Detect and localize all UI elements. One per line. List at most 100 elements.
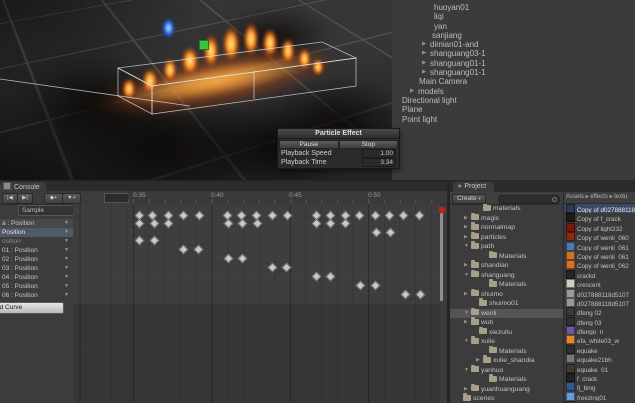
fold-arrow-icon[interactable]: ▼ bbox=[464, 366, 471, 376]
keyframe-diamond[interactable] bbox=[237, 218, 248, 229]
keyframe-diamond[interactable] bbox=[325, 271, 336, 282]
tree-item[interactable]: Materials bbox=[450, 279, 563, 290]
add-event-button[interactable]: ▼+ bbox=[62, 193, 81, 204]
tree-item[interactable]: Materials bbox=[450, 345, 563, 357]
track-dropdown-icon[interactable]: ▼ bbox=[64, 273, 69, 282]
tree-item[interactable]: ▶ particles bbox=[450, 231, 563, 243]
playback-speed-value[interactable]: 1.00 bbox=[362, 149, 396, 158]
asset-item[interactable]: equake bbox=[564, 344, 635, 354]
fold-arrow-icon[interactable]: ▼ bbox=[464, 337, 471, 347]
track-dropdown-icon[interactable]: ▼ bbox=[64, 291, 69, 300]
tree-item[interactable]: ▼ path bbox=[450, 241, 563, 252]
tree-item[interactable]: ▶ wuti bbox=[450, 317, 563, 328]
hierarchy-item[interactable]: liqi bbox=[392, 12, 635, 21]
keyframe-diamond[interactable] bbox=[282, 210, 293, 221]
tree-item[interactable]: ▼ wenli bbox=[450, 307, 563, 318]
tree-item[interactable]: ▶ xulie_shandia bbox=[450, 355, 563, 366]
fold-arrow-icon[interactable]: ▶ bbox=[410, 87, 418, 96]
play-button[interactable]: ▶| bbox=[17, 193, 33, 204]
keyframe-diamond[interactable] bbox=[400, 289, 411, 300]
asset-item[interactable]: Copy of d027888118d5 bbox=[564, 204, 635, 214]
keyframe-diamond[interactable] bbox=[385, 227, 396, 238]
keyframe-diamond[interactable] bbox=[149, 218, 160, 229]
pause-button[interactable]: Pause bbox=[279, 140, 339, 149]
track-dropdown-icon[interactable]: ▼ bbox=[64, 282, 69, 291]
tree-item[interactable]: ▶ magic bbox=[450, 212, 563, 224]
keyframe-diamond[interactable] bbox=[354, 210, 365, 221]
track-dropdown-icon[interactable]: ▼ bbox=[64, 219, 69, 228]
keyframe-diamond[interactable] bbox=[325, 218, 336, 229]
fold-arrow-icon[interactable]: ▶ bbox=[464, 318, 471, 328]
keyframe-diamond[interactable] bbox=[163, 218, 174, 229]
animation-track-row[interactable]: 03 : Position ▼ bbox=[0, 264, 73, 273]
dopesheet-scrollbar[interactable] bbox=[440, 213, 443, 301]
keyframe-diamond[interactable] bbox=[370, 210, 381, 221]
tree-item[interactable]: ▶ shuimo bbox=[450, 288, 563, 300]
hierarchy-item[interactable]: huoyan01 bbox=[392, 3, 635, 12]
fold-arrow-icon[interactable]: ▶ bbox=[476, 356, 483, 366]
keyframe-diamond[interactable] bbox=[414, 210, 425, 221]
add-keyframe-button[interactable]: ◆+ bbox=[44, 193, 63, 204]
hierarchy-item[interactable]: Point light bbox=[392, 115, 635, 124]
hierarchy-item[interactable]: ▶ shanguang01-1 bbox=[392, 59, 635, 68]
tree-item[interactable]: ▶ yuanhuanguang bbox=[450, 383, 563, 395]
keyframe-diamond[interactable] bbox=[370, 280, 381, 291]
asset-item[interactable]: Copy of wenli_061 bbox=[564, 241, 635, 251]
breadcrumb[interactable]: Assets ▸ effects ▸ textu bbox=[564, 192, 635, 204]
keyframe-diamond[interactable] bbox=[252, 218, 263, 229]
track-dropdown-icon[interactable]: ▼ bbox=[64, 237, 69, 246]
fold-arrow-icon[interactable]: ▶ bbox=[422, 68, 430, 77]
keyframe-diamond[interactable] bbox=[134, 218, 145, 229]
animation-track-row[interactable]: 02 : Position ▼ bbox=[0, 255, 73, 264]
asset-item[interactable]: dfeng 03 bbox=[564, 316, 635, 326]
asset-item[interactable]: Copy of f_crack bbox=[564, 213, 635, 223]
track-dropdown-icon[interactable]: ▼ bbox=[64, 228, 69, 237]
hierarchy-item[interactable]: yan bbox=[392, 22, 635, 31]
asset-item[interactable]: dfeng 02 bbox=[564, 307, 635, 317]
hierarchy-item[interactable]: ▶ models bbox=[392, 87, 635, 96]
fold-arrow-icon[interactable]: ▶ bbox=[464, 261, 471, 271]
keyframe-diamond[interactable] bbox=[178, 244, 189, 255]
keyframe-diamond[interactable] bbox=[223, 253, 234, 264]
hierarchy-item[interactable]: Plane bbox=[392, 105, 635, 114]
keyframe-diamond[interactable] bbox=[311, 218, 322, 229]
first-key-button[interactable]: |◀ bbox=[2, 193, 18, 204]
animation-track-row[interactable]: 06 : Position ▼ bbox=[0, 291, 73, 300]
track-dropdown-icon[interactable]: ▼ bbox=[64, 255, 69, 264]
hierarchy-item[interactable]: sanjiang bbox=[392, 31, 635, 40]
asset-item[interactable]: Copy of wenli_060 bbox=[564, 232, 635, 242]
keyframe-diamond[interactable] bbox=[134, 235, 145, 246]
stop-button[interactable]: Stop bbox=[338, 140, 398, 149]
asset-item[interactable]: freezing01 bbox=[564, 391, 635, 401]
fold-arrow-icon[interactable]: ▶ bbox=[464, 233, 471, 243]
keyframe-diamond[interactable] bbox=[281, 262, 292, 273]
asset-item[interactable]: efa_white03_w bbox=[564, 335, 635, 345]
keyframe-diamond[interactable] bbox=[415, 289, 426, 300]
add-curve-button[interactable]: Add Curve bbox=[0, 302, 64, 314]
tree-item[interactable]: Materials bbox=[450, 374, 563, 385]
track-dropdown-icon[interactable]: ▼ bbox=[64, 264, 69, 273]
keyframe-diamond[interactable] bbox=[355, 280, 366, 291]
tree-item[interactable]: ▼ shanguang bbox=[450, 269, 563, 281]
fold-arrow-icon[interactable]: ▶ bbox=[464, 214, 471, 224]
create-button[interactable]: Create ▾ bbox=[452, 194, 486, 204]
tree-item[interactable]: ▶ normalmap bbox=[450, 222, 563, 233]
hierarchy-item[interactable]: ▶ shanguang03-1 bbox=[392, 49, 635, 58]
keyframe-diamond[interactable] bbox=[267, 262, 278, 273]
asset-item[interactable]: crescent bbox=[564, 279, 635, 289]
fold-arrow-icon[interactable]: ▼ bbox=[464, 242, 471, 252]
tree-item[interactable]: shuimo01 bbox=[450, 298, 563, 309]
animation-track-row[interactable]: 05 : Position ▼ bbox=[0, 282, 73, 291]
fold-arrow-icon[interactable]: ▶ bbox=[422, 40, 430, 49]
tree-item[interactable]: materials bbox=[450, 204, 563, 214]
keyframe-diamond[interactable] bbox=[398, 210, 409, 221]
animation-track-row[interactable]: Position ▼ bbox=[0, 228, 73, 237]
tree-item[interactable]: ▶ shandian bbox=[450, 260, 563, 271]
track-dropdown-icon[interactable]: ▼ bbox=[64, 246, 69, 255]
fold-arrow-icon[interactable]: ▶ bbox=[422, 49, 430, 58]
keyframe-diamond[interactable] bbox=[149, 235, 160, 246]
keyframe-diamond[interactable] bbox=[178, 210, 189, 221]
keyframe-diamond[interactable] bbox=[194, 210, 205, 221]
keyframe-diamond[interactable] bbox=[311, 271, 322, 282]
hierarchy-item[interactable]: Main Camera bbox=[392, 77, 635, 86]
